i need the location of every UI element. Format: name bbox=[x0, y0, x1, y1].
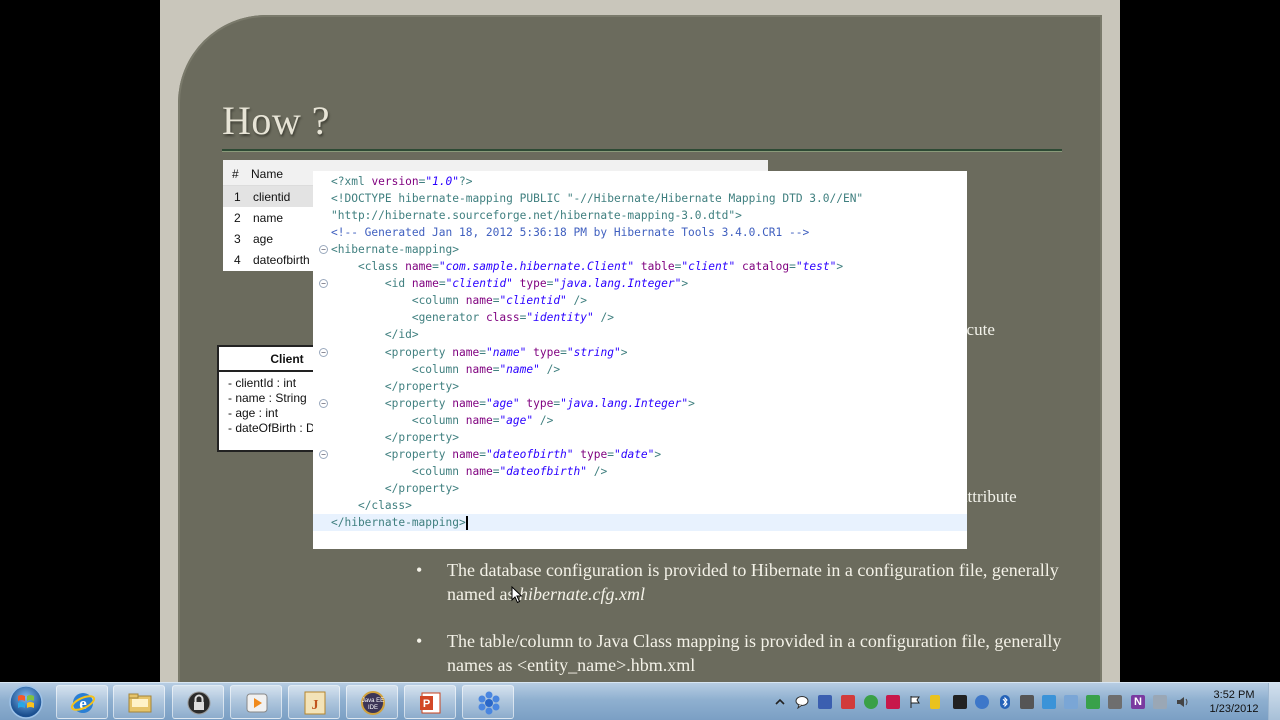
flag-icon[interactable] bbox=[908, 695, 922, 709]
powerpoint-taskbar-button[interactable]: P bbox=[404, 685, 456, 719]
row-number: 3 bbox=[234, 232, 241, 246]
code-line[interactable]: <column name="age" /> bbox=[331, 412, 554, 429]
lock-app-taskbar-button[interactable] bbox=[172, 685, 224, 719]
java-ee-ide-taskbar-button[interactable]: Java EE IDE bbox=[346, 685, 398, 719]
device-icon[interactable] bbox=[1020, 695, 1034, 709]
row-number: 1 bbox=[234, 190, 241, 204]
xml-editor[interactable]: <?xml version="1.0"?> <!DOCTYPE hibernate… bbox=[313, 171, 967, 549]
code-line[interactable]: "http://hibernate.sourceforge.net/hibern… bbox=[331, 207, 742, 224]
fold-toggle-icon[interactable]: − bbox=[319, 347, 328, 357]
clock-time: 3:52 PM bbox=[1213, 689, 1255, 701]
fold-toggle-icon[interactable]: − bbox=[319, 245, 328, 255]
chat-icon[interactable] bbox=[795, 695, 809, 709]
code-line[interactable]: </id> bbox=[331, 326, 419, 343]
code-line[interactable]: </hibernate-mapping> bbox=[313, 514, 967, 531]
media-player-taskbar-button[interactable] bbox=[230, 685, 282, 719]
start-button[interactable] bbox=[2, 684, 50, 720]
row-name: name bbox=[253, 211, 284, 225]
sync-icon[interactable] bbox=[1042, 695, 1056, 709]
lock-icon bbox=[187, 691, 211, 715]
code-line[interactable]: </property> bbox=[331, 480, 459, 497]
fold-toggle-icon[interactable]: − bbox=[319, 398, 328, 408]
row-name: clientid bbox=[253, 190, 291, 204]
snowflake-app-taskbar-button[interactable] bbox=[462, 685, 514, 719]
code-line[interactable]: <!DOCTYPE hibernate-mapping PUBLIC "-//H… bbox=[331, 190, 863, 207]
taskbar: e J Java EE IDE P N 3:52 PM 1/23/2012 bbox=[0, 682, 1280, 720]
folder-icon bbox=[128, 693, 152, 713]
column-header-name: Name bbox=[251, 167, 284, 181]
java-ee-ide-icon: Java EEIDE bbox=[361, 691, 385, 715]
row-name: age bbox=[253, 232, 274, 246]
code-line[interactable]: <!-- Generated Jan 18, 2012 5:36:18 PM b… bbox=[331, 224, 809, 241]
code-line[interactable]: <column name="dateofbirth" /> bbox=[331, 463, 607, 480]
svg-text:IDE: IDE bbox=[368, 705, 378, 711]
java-tool-icon: J bbox=[304, 691, 326, 715]
code-line[interactable]: <property name="dateofbirth" type="date"… bbox=[331, 446, 661, 463]
network-icon[interactable] bbox=[975, 695, 989, 709]
java-tool-taskbar-button[interactable]: J bbox=[288, 685, 340, 719]
code-line[interactable]: <column name="name" /> bbox=[331, 361, 560, 378]
svg-text:P: P bbox=[423, 698, 430, 710]
bullet-emphasis: hibernate.cfg.xml bbox=[518, 584, 645, 604]
media-app-icon[interactable] bbox=[886, 695, 900, 709]
clipboard-icon[interactable] bbox=[1153, 695, 1167, 709]
svg-text:Java EE: Java EE bbox=[362, 698, 384, 704]
bullet-text: The table/column to Java Class mapping i… bbox=[447, 631, 1062, 675]
show-desktop-button[interactable] bbox=[1268, 683, 1280, 720]
shield-yellow-icon[interactable] bbox=[930, 695, 940, 709]
bullet-icon: • bbox=[416, 631, 423, 651]
battery-icon[interactable] bbox=[1086, 695, 1100, 709]
code-line[interactable]: </property> bbox=[331, 378, 459, 395]
code-line[interactable]: <property name="age" type="java.lang.Int… bbox=[331, 395, 695, 412]
column-header-number: # bbox=[232, 167, 239, 181]
row-name: dateofbirth bbox=[253, 253, 310, 267]
code-line[interactable]: <hibernate-mapping> bbox=[331, 241, 459, 258]
code-line[interactable]: </class> bbox=[331, 497, 412, 514]
media-player-icon bbox=[246, 693, 268, 713]
camera-icon[interactable] bbox=[1108, 695, 1122, 709]
red-app-icon[interactable] bbox=[841, 695, 855, 709]
code-line[interactable]: <column name="clientid" /> bbox=[331, 292, 587, 309]
code-line[interactable]: <id name="clientid" type="java.lang.Inte… bbox=[331, 275, 688, 292]
system-clock[interactable]: 3:52 PM 1/23/2012 bbox=[1200, 688, 1268, 716]
snowflake-icon bbox=[478, 691, 500, 715]
fold-toggle-icon[interactable]: − bbox=[319, 449, 328, 459]
svg-text:J: J bbox=[312, 698, 319, 713]
text-caret bbox=[465, 516, 468, 530]
system-tray: N bbox=[768, 683, 1198, 720]
file-explorer-taskbar-button[interactable] bbox=[113, 685, 165, 719]
code-line[interactable]: <?xml version="1.0"?> bbox=[331, 173, 473, 190]
fold-toggle-icon[interactable]: − bbox=[319, 279, 328, 289]
code-line[interactable]: <property name="name" type="string"> bbox=[331, 344, 628, 361]
mouse-pointer-icon bbox=[511, 586, 523, 604]
bullet-icon: • bbox=[416, 560, 423, 580]
code-line[interactable]: <class name="com.sample.hibernate.Client… bbox=[331, 258, 843, 275]
powerpoint-icon: P bbox=[420, 692, 441, 714]
code-line[interactable]: </property> bbox=[331, 429, 459, 446]
internet-explorer-taskbar-button[interactable]: e bbox=[56, 685, 108, 719]
row-number: 2 bbox=[234, 211, 241, 225]
green-check-icon[interactable] bbox=[864, 695, 878, 709]
internet-explorer-icon: e bbox=[70, 693, 96, 713]
clock-date: 1/23/2012 bbox=[1209, 703, 1259, 715]
row-number: 4 bbox=[234, 253, 241, 267]
volume-icon[interactable] bbox=[1176, 695, 1190, 709]
notification-chevron-icon[interactable] bbox=[773, 695, 787, 709]
bluetooth-icon[interactable] bbox=[998, 695, 1012, 709]
partial-bullet-text: attribute bbox=[960, 487, 1017, 506]
security-shield-icon[interactable] bbox=[818, 695, 832, 709]
grid-app-icon[interactable] bbox=[1064, 695, 1078, 709]
code-line[interactable]: <generator class="identity" /> bbox=[331, 309, 614, 326]
onenote-icon[interactable]: N bbox=[1131, 695, 1145, 709]
monitor-icon[interactable] bbox=[953, 695, 967, 709]
slide-title: How ? bbox=[222, 98, 331, 143]
title-divider bbox=[222, 149, 1062, 152]
